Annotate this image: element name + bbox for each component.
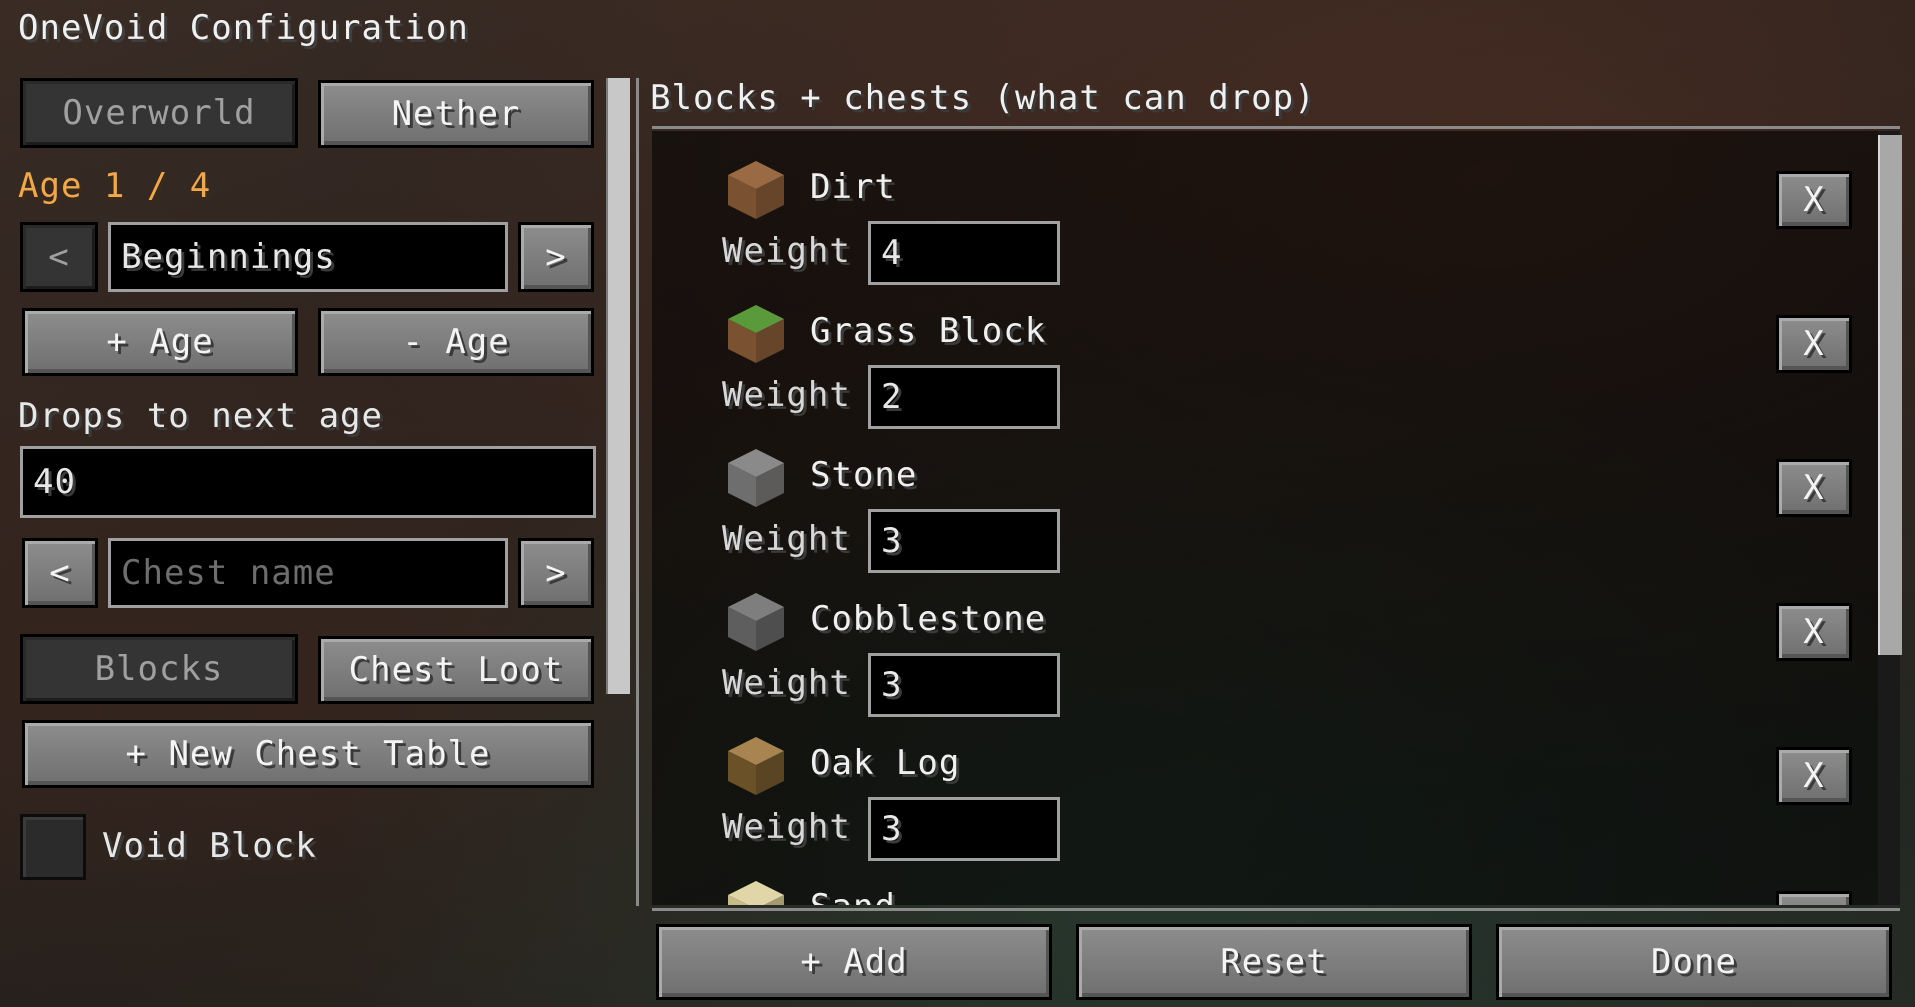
tab-nether[interactable]: Nether — [318, 80, 594, 148]
list-header: Blocks + chests (what can drop) — [650, 78, 1316, 118]
list-item-name: Dirt — [810, 167, 896, 207]
list-item-name: Cobblestone — [810, 599, 1047, 639]
sand-block-icon — [728, 881, 784, 905]
list-scrollbar-track[interactable] — [1878, 131, 1902, 905]
remove-item-button[interactable]: X — [1776, 603, 1852, 661]
remove-item-button[interactable]: X — [1776, 171, 1852, 229]
stone-block-icon — [728, 449, 784, 507]
list-item: Oak Log Weight 3 X — [652, 707, 1880, 861]
list-item: Grass Block Weight 2 X — [652, 275, 1880, 429]
age-prev-button[interactable]: < — [20, 222, 98, 292]
dirt-block-icon — [728, 161, 784, 219]
list-item: Stone Weight 3 X — [652, 419, 1880, 573]
remove-item-button[interactable]: X — [1776, 891, 1852, 905]
weight-label: Weight — [722, 807, 851, 847]
drop-list: Dirt Weight 4 X Grass Block Weight 2 X Stone Weig… — [652, 131, 1880, 905]
age-next-button[interactable]: > — [518, 222, 594, 292]
weight-label: Weight — [722, 231, 851, 271]
void-block-checkbox[interactable] — [20, 814, 86, 880]
window-title: OneVoid Configuration — [18, 8, 469, 48]
list-item: Cobblestone Weight 3 X — [652, 563, 1880, 717]
weight-label: Weight — [722, 375, 851, 415]
done-button[interactable]: Done — [1496, 924, 1892, 1000]
drops-input[interactable]: 40 — [20, 446, 596, 518]
list-top-divider — [652, 126, 1900, 129]
list-item-name: Sand — [810, 887, 896, 905]
cobblestone-block-icon — [728, 593, 784, 651]
chest-next-button[interactable]: > — [518, 538, 594, 608]
drops-label: Drops to next age — [18, 396, 383, 436]
oak-log-icon — [728, 737, 784, 795]
reset-button[interactable]: Reset — [1076, 924, 1472, 1000]
list-item-name: Oak Log — [810, 743, 961, 783]
add-button[interactable]: + Add — [656, 924, 1052, 1000]
age-name-input[interactable]: Beginnings — [108, 222, 508, 292]
remove-age-button[interactable]: - Age — [318, 308, 594, 376]
remove-item-button[interactable]: X — [1776, 315, 1852, 373]
panel-divider — [636, 78, 639, 906]
add-age-button[interactable]: + Age — [22, 308, 298, 376]
list-bottom-divider — [652, 908, 1900, 911]
list-item: SandWeightX — [652, 851, 1880, 905]
list-item-name: Stone — [810, 455, 918, 495]
remove-item-button[interactable]: X — [1776, 459, 1852, 517]
chest-prev-button[interactable]: < — [22, 538, 98, 608]
age-label: Age 1 / 4 — [18, 166, 212, 206]
tab-blocks[interactable]: Blocks — [20, 634, 298, 704]
grass-block-icon — [728, 305, 784, 363]
list-scrollbar-thumb[interactable] — [1878, 135, 1902, 655]
list-item-name: Grass Block — [810, 311, 1047, 351]
list-item: Dirt Weight 4 X — [652, 131, 1880, 285]
sidebar-scrollbar[interactable] — [606, 78, 630, 694]
void-block-label: Void Block — [102, 826, 317, 866]
weight-label: Weight — [722, 663, 851, 703]
chest-name-input[interactable]: Chest name — [108, 538, 508, 608]
weight-label: Weight — [722, 519, 851, 559]
new-chest-table-button[interactable]: + New Chest Table — [22, 720, 594, 788]
remove-item-button[interactable]: X — [1776, 747, 1852, 805]
tab-overworld[interactable]: Overworld — [20, 78, 298, 148]
tab-chest-loot[interactable]: Chest Loot — [318, 636, 594, 704]
